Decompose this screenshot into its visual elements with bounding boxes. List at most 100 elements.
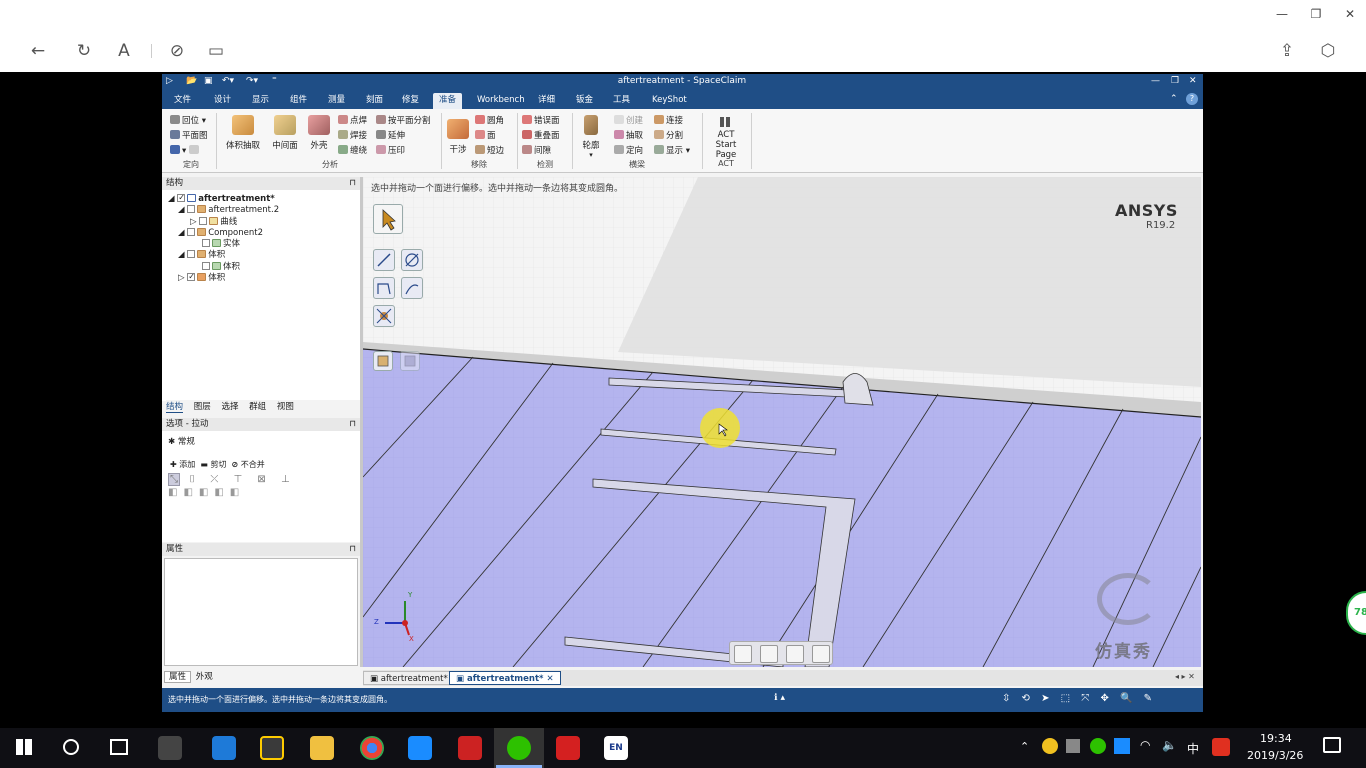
notification-icon[interactable] <box>1323 737 1341 753</box>
menu-assembly[interactable]: 组件 <box>286 93 311 107</box>
tray-battery-icon[interactable] <box>1066 739 1080 753</box>
menu-repair[interactable]: 修复 <box>398 93 423 107</box>
extract-beam-button[interactable]: 抽取 <box>614 130 643 142</box>
menu-detail[interactable]: 详细 <box>534 93 559 107</box>
tab-selection[interactable]: 选择 <box>221 402 238 412</box>
scale-tool[interactable] <box>373 305 395 327</box>
tray-app-icon-2[interactable] <box>1114 738 1130 754</box>
volume-icon[interactable]: 🔈 <box>1162 738 1177 752</box>
file-explorer-icon[interactable] <box>310 736 334 760</box>
app-restore-button[interactable]: ❐ <box>1171 76 1179 86</box>
show-beam-button[interactable]: 显示 ▾ <box>654 145 690 157</box>
app-icon-9[interactable] <box>408 736 432 760</box>
select-solid-button[interactable] <box>373 351 393 371</box>
save-icon[interactable]: ▣ <box>204 76 213 86</box>
menu-facets[interactable]: 刻面 <box>362 93 387 107</box>
link-icon[interactable]: ⊘ <box>164 38 190 64</box>
connect-beam-button[interactable]: 连接 <box>654 115 683 127</box>
view-cube-button[interactable]: ▾ <box>170 145 201 157</box>
edit-view-icon[interactable] <box>760 645 778 663</box>
pull-tools-row[interactable]: ⤡ ⌷ ⤫ ⊤ ⊠ ⊥ <box>162 470 360 486</box>
tab-views[interactable]: 视图 <box>277 402 294 412</box>
volume-extract-button[interactable]: 体积抽取 <box>222 115 264 151</box>
3d-viewport[interactable]: 选中并拖动一个面进行偏移。选中并拖动一条边将其变成圆角。 ANSYS R19.2… <box>363 177 1201 667</box>
customize-icon[interactable]: ⁼ <box>272 76 277 86</box>
shell-button[interactable]: 外壳 <box>304 115 334 151</box>
pull-tools-row-2[interactable]: ◧◧◧◧◧ <box>162 485 360 498</box>
help-icon[interactable]: ? <box>1186 93 1198 105</box>
tray-expand-icon[interactable]: ⌃ <box>1020 740 1029 753</box>
menu-tools[interactable]: 工具 <box>609 93 634 107</box>
add-mode-button[interactable]: ✚ 添加 <box>170 460 195 469</box>
split-by-plane-button[interactable]: 按平面分割 <box>376 115 431 127</box>
app-minimize-button[interactable]: — <box>1151 76 1160 86</box>
spot-weld-button[interactable]: 点焊 <box>338 115 367 127</box>
menu-display[interactable]: 显示 <box>248 93 273 107</box>
tab-groups[interactable]: 群组 <box>249 402 266 412</box>
tray-app-icon-1[interactable] <box>1042 738 1058 754</box>
act-start-page-button[interactable]: ACT Start Page <box>706 115 746 160</box>
tab-layers[interactable]: 图层 <box>194 402 211 412</box>
wechat-active-tab[interactable] <box>494 728 544 768</box>
split-beam-button[interactable]: 分割 <box>654 130 683 142</box>
midsurface-button[interactable]: 中间面 <box>266 115 304 151</box>
store-icon[interactable] <box>260 736 284 760</box>
ime-indicator[interactable]: 中 <box>1187 740 1199 757</box>
round-button[interactable]: 圆角 <box>475 115 504 127</box>
undo-icon[interactable]: ↶▾ <box>222 76 234 86</box>
doc-tab-2[interactable]: ▣ aftertreatment* ✕ <box>449 671 561 685</box>
text-icon[interactable]: A <box>111 38 137 64</box>
plan-view-button[interactable]: 平面图 <box>170 130 208 142</box>
pull-direction-tool[interactable] <box>373 249 395 271</box>
overlap-faces-button[interactable]: 重叠面 <box>522 130 560 142</box>
menu-measure[interactable]: 测量 <box>324 93 349 107</box>
tree-node-component2[interactable]: ◢ Component2 <box>168 227 360 239</box>
share-icon[interactable]: ⇪ <box>1274 38 1300 64</box>
menu-sheetmetal[interactable]: 钣金 <box>572 93 597 107</box>
restore-button[interactable]: ❐ <box>1305 6 1327 22</box>
create-beam-button[interactable]: 创建 <box>614 115 643 127</box>
info-icon[interactable]: ℹ ▴ <box>774 693 785 703</box>
app-close-button[interactable]: ✕ <box>1189 76 1197 86</box>
wrap-button[interactable]: 缠绕 <box>338 145 367 157</box>
rotate-icon[interactable]: ↻ <box>71 38 97 64</box>
pivot-tool[interactable] <box>401 249 423 271</box>
tree-node-solid[interactable]: 实体 <box>168 239 360 250</box>
weld-button[interactable]: 焊接 <box>338 130 367 142</box>
close-button[interactable]: ✕ <box>1339 6 1361 22</box>
open-icon[interactable]: 📂 <box>186 76 197 86</box>
select-tool[interactable] <box>373 204 403 234</box>
faces-button[interactable]: 面 <box>475 130 496 142</box>
orient-beam-button[interactable]: 定向 <box>614 145 643 157</box>
collapse-ribbon-icon[interactable]: ⌃ <box>1170 94 1178 104</box>
along-trajectory-tool[interactable] <box>373 277 395 299</box>
tray-wechat-icon[interactable] <box>1090 738 1106 754</box>
acrobat-icon[interactable] <box>556 736 580 760</box>
en-app-icon[interactable]: EN <box>604 736 628 760</box>
wifi-icon[interactable]: ◠ <box>1140 738 1150 752</box>
tab-appearance[interactable]: 外观 <box>194 672 215 682</box>
pull-direction-icon[interactable]: ⤡ <box>168 473 180 486</box>
menu-file[interactable]: 文件 <box>170 93 195 107</box>
error-faces-button[interactable]: 错误面 <box>522 115 560 127</box>
app-icon-4[interactable] <box>158 736 182 760</box>
status-tools[interactable]: ⇳ ⟲ ➤ ⬚ ⤧ ✥ 🔍 ✎ <box>1002 693 1156 704</box>
edge-browser-icon[interactable] <box>212 736 236 760</box>
short-edges-button[interactable]: 短边 <box>475 145 504 157</box>
solid-view-icon[interactable] <box>734 645 752 663</box>
redo-icon[interactable]: ↷▾ <box>246 76 258 86</box>
cube-icon[interactable]: ⬡ <box>1315 38 1341 64</box>
task-view-icon[interactable] <box>110 739 128 755</box>
back-arrow-icon[interactable]: ← <box>25 38 51 64</box>
interference-button[interactable]: 干涉 <box>444 119 472 155</box>
section-icon[interactable] <box>812 645 830 663</box>
doc-tab-1[interactable]: ▣ aftertreatment* <box>363 671 455 685</box>
tab-properties[interactable]: 属性 <box>164 671 192 683</box>
windows-start-icon[interactable] <box>16 739 32 755</box>
sketch-icon[interactable] <box>786 645 804 663</box>
chrome-icon[interactable] <box>360 736 384 760</box>
revolve-tool[interactable] <box>401 277 423 299</box>
tree-node-curves[interactable]: ▷ 曲线 <box>168 216 360 228</box>
youdao-icon[interactable] <box>458 736 482 760</box>
menu-prepare[interactable]: 准备 <box>433 93 463 109</box>
